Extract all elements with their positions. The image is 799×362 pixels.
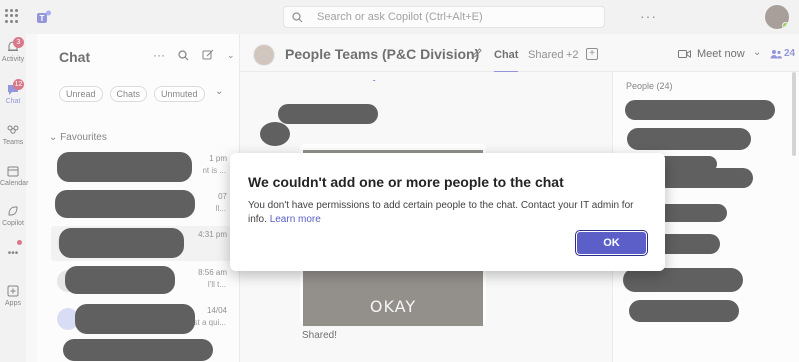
dialog-body: You don't have permissions to add certai… (248, 199, 653, 227)
error-dialog: We couldn't add one or more people to th… (230, 153, 665, 271)
learn-more-link[interactable]: Learn more (270, 214, 321, 225)
ok-button[interactable]: OK (575, 230, 648, 256)
dialog-title: We couldn't add one or more people to th… (248, 174, 564, 190)
